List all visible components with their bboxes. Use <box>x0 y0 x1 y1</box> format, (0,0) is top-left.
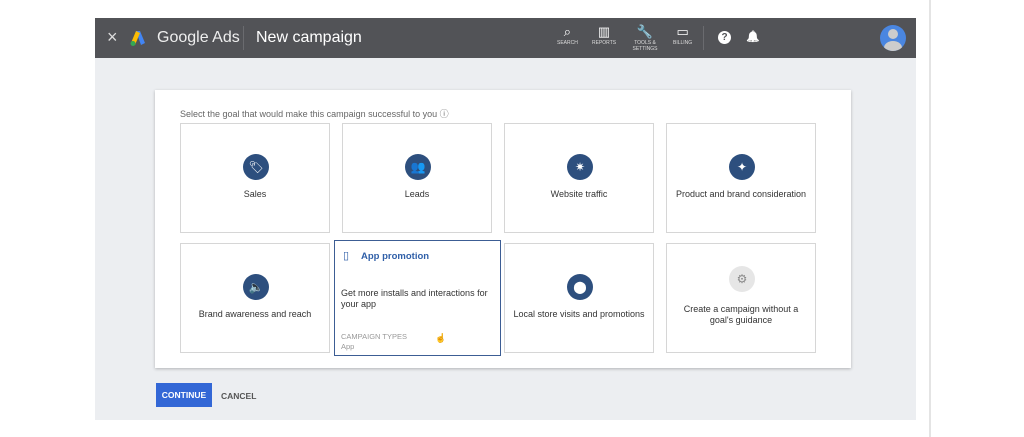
continue-button[interactable]: CONTINUE <box>156 383 212 407</box>
avatar[interactable] <box>880 25 906 51</box>
cursor-click-icon: ✷ <box>567 154 593 180</box>
goal-tile-product-brand[interactable]: ✦ Product and brand consideration <box>666 123 816 233</box>
search-label: SEARCH <box>557 40 578 46</box>
gear-icon: ⚙ <box>729 266 755 292</box>
page-title: New campaign <box>256 29 362 46</box>
billing-icon: ▭ <box>676 24 689 39</box>
search-button[interactable]: ⌕ SEARCH <box>557 24 578 46</box>
campaign-types-value: App <box>341 342 355 351</box>
goal-tile-website-traffic[interactable]: ✷ Website traffic <box>504 123 654 233</box>
goal-tile-brand-awareness[interactable]: 🔈 Brand awareness and reach <box>180 243 330 353</box>
reports-label: REPORTS <box>592 40 617 46</box>
billing-label: BILLING <box>673 40 693 46</box>
goal-prompt: Select the goal that would make this cam… <box>180 109 449 119</box>
divider <box>703 26 704 50</box>
google-ads-app: × Google Ads New campaign ⌕ SEARCH ▥ REPOR… <box>95 18 916 420</box>
wrench-icon: 🔧 <box>636 24 654 39</box>
goal-tile-sales[interactable]: 🏷 Sales <box>180 123 330 233</box>
goal-label: Local store visits and promotions <box>513 309 645 319</box>
brand-name: Google Ads <box>157 29 240 46</box>
sparkle-icon: ✦ <box>729 154 755 180</box>
tag-icon: 🏷 <box>243 154 269 180</box>
cancel-button[interactable]: CANCEL <box>221 391 256 401</box>
goal-title: App promotion <box>361 251 430 262</box>
people-icon: 👥 <box>405 154 431 180</box>
goal-tile-leads[interactable]: 👥 Leads <box>342 123 492 233</box>
campaign-types-label: CAMPAIGN TYPES <box>341 332 407 341</box>
reports-button[interactable]: ▥ REPORTS <box>592 24 616 46</box>
cursor-icon: ☝ <box>435 333 447 343</box>
search-icon: ⌕ <box>563 24 572 39</box>
goal-description: Get more installs and interactions for y… <box>341 288 488 309</box>
phone-icon: ▯ <box>343 250 350 262</box>
goal-selection-card: Select the goal that would make this cam… <box>155 90 851 368</box>
help-icon[interactable]: ? <box>718 31 731 44</box>
tools-settings-button[interactable]: 🔧 TOOLS & SETTINGS <box>630 24 660 52</box>
goal-label: Sales <box>243 189 267 199</box>
divider <box>243 26 244 50</box>
page-divider <box>929 0 931 437</box>
goal-label: Create a campaign without a goal's guida… <box>683 304 799 325</box>
goal-tile-app-promotion[interactable]: ▯ App promotion Get more installs and in… <box>334 240 501 356</box>
goal-tile-local-store[interactable]: ⬤ Local store visits and promotions <box>504 243 654 353</box>
google-ads-logo-icon <box>130 31 145 46</box>
billing-button[interactable]: ▭ BILLING <box>673 24 692 46</box>
close-icon[interactable]: × <box>107 27 118 48</box>
goal-label: Website traffic <box>550 189 608 199</box>
top-bar: × Google Ads New campaign ⌕ SEARCH ▥ REPOR… <box>95 18 916 58</box>
goal-tile-no-goal[interactable]: ⚙ Create a campaign without a goal's guid… <box>666 243 816 353</box>
goal-label: Brand awareness and reach <box>198 309 312 319</box>
goal-label: Leads <box>404 189 430 199</box>
goal-label: Product and brand consideration <box>675 189 807 199</box>
reports-icon: ▥ <box>597 24 611 39</box>
speaker-icon: 🔈 <box>243 274 269 300</box>
bell-icon[interactable]: 🔔 <box>746 30 760 43</box>
location-pin-icon: ⬤ <box>567 274 593 300</box>
tools-label: TOOLS & SETTINGS <box>632 40 658 52</box>
